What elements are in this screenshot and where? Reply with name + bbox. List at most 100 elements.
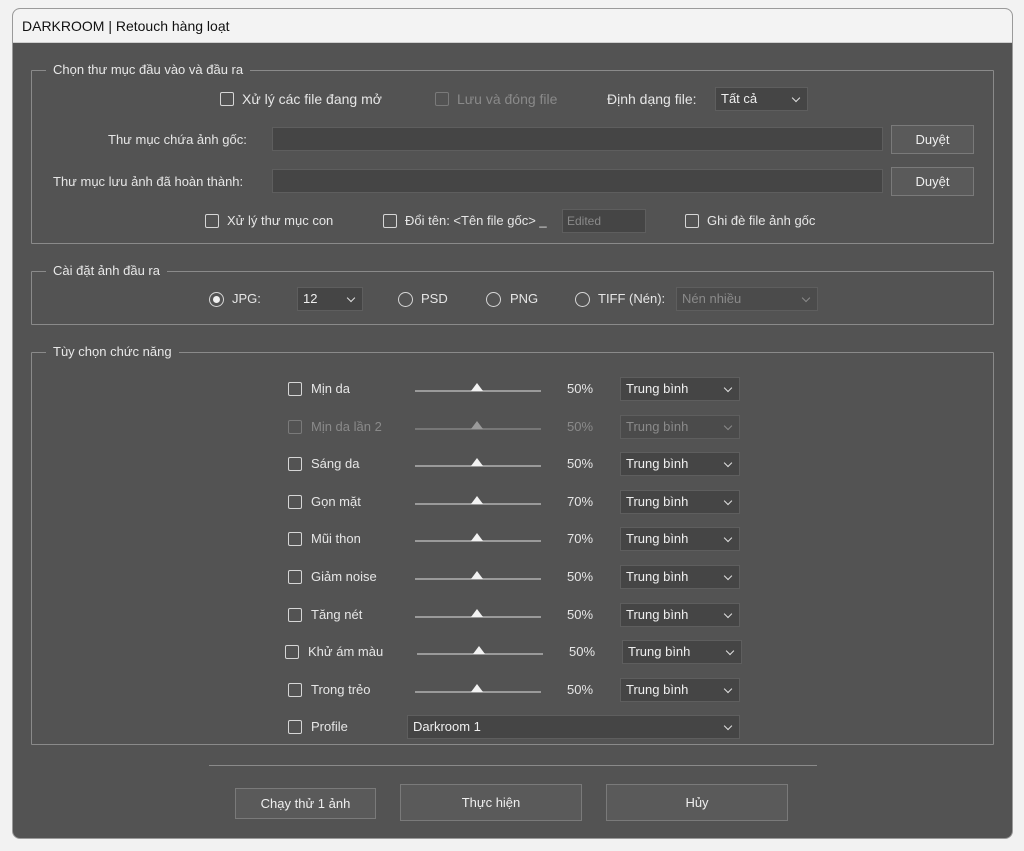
function-level-select[interactable]: Trung bình: [620, 490, 740, 514]
function-percent: 70%: [567, 531, 594, 546]
test-run-button[interactable]: Chạy thử 1 ảnh: [235, 788, 376, 819]
function-percent: 50%: [567, 607, 594, 622]
function-percent: 70%: [567, 494, 594, 509]
source-browse-button[interactable]: Duyệt: [891, 125, 974, 154]
functions-group: Tùy chọn chức năng Mịn da 50% Trung bình Mị…: [31, 344, 994, 745]
function-percent: 50%: [567, 456, 594, 471]
function-level-value: Trung bình: [626, 494, 689, 509]
slider-thumb-icon[interactable]: [471, 496, 483, 504]
function-level-select[interactable]: Trung bình: [620, 527, 740, 551]
function-level-value: Trung bình: [626, 682, 689, 697]
slider-thumb-icon[interactable]: [471, 684, 483, 692]
dest-browse-button[interactable]: Duyệt: [891, 167, 974, 196]
dest-folder-label: Thư mục lưu ảnh đã hoàn thành:: [53, 174, 244, 189]
profile-value: Darkroom 1: [413, 719, 481, 734]
chevron-down-icon: [723, 721, 733, 731]
rename-label: Đổi tên: <Tên file gốc> _: [405, 213, 547, 228]
chevron-down-icon: [723, 496, 733, 506]
function-level-select[interactable]: Trung bình: [620, 415, 740, 439]
chevron-down-icon: [725, 646, 735, 656]
functions-group-legend: Tùy chọn chức năng: [46, 344, 179, 360]
process-open-files-checkbox[interactable]: [220, 92, 234, 106]
io-group-legend: Chọn thư mục đầu vào và đầu ra: [46, 62, 251, 78]
chevron-down-icon: [346, 293, 356, 303]
function-level-select[interactable]: Trung bình: [620, 603, 740, 627]
run-label: Thực hiện: [461, 795, 521, 810]
profile-select[interactable]: Darkroom 1: [407, 715, 740, 739]
profile-checkbox[interactable]: [288, 720, 302, 734]
chevron-down-icon: [723, 383, 733, 393]
function-checkbox[interactable]: [288, 382, 302, 396]
function-level-value: Trung bình: [626, 607, 689, 622]
function-level-value: Trung bình: [626, 419, 689, 434]
function-percent: 50%: [569, 644, 596, 659]
function-percent: 50%: [567, 682, 594, 697]
function-level-value: Trung bình: [626, 569, 689, 584]
png-radio[interactable]: [486, 292, 501, 307]
chevron-down-icon: [801, 293, 811, 303]
file-format-select[interactable]: Tất cả: [715, 87, 808, 111]
retouch-dialog: DARKROOM | Retouch hàng loạt Chọn thư mụ…: [12, 8, 1013, 839]
rename-checkbox[interactable]: [383, 214, 397, 228]
jpg-quality-select[interactable]: 12: [297, 287, 363, 311]
jpg-radio[interactable]: [209, 292, 224, 307]
source-folder-label: Thư mục chứa ảnh gốc:: [108, 132, 247, 147]
source-browse-label: Duyệt: [915, 132, 950, 147]
function-checkbox[interactable]: [288, 457, 302, 471]
function-checkbox[interactable]: [285, 645, 299, 659]
slider-thumb-icon[interactable]: [471, 571, 483, 579]
slider-thumb-icon[interactable]: [471, 533, 483, 541]
function-label: Giảm noise: [311, 569, 377, 584]
function-level-select[interactable]: Trung bình: [620, 377, 740, 401]
function-checkbox[interactable]: [288, 608, 302, 622]
function-checkbox[interactable]: [288, 495, 302, 509]
io-group: Chọn thư mục đầu vào và đầu ra Xử lý các…: [31, 62, 994, 244]
function-level-value: Trung bình: [626, 381, 689, 396]
psd-radio[interactable]: [398, 292, 413, 307]
overwrite-label: Ghi đè file ảnh gốc: [707, 213, 816, 228]
slider-thumb-icon[interactable]: [471, 421, 483, 429]
process-open-files-label: Xử lý các file đang mở: [242, 91, 382, 107]
jpg-quality-value: 12: [303, 291, 318, 306]
source-folder-input[interactable]: [272, 127, 883, 151]
function-level-value: Trung bình: [626, 531, 689, 546]
function-level-select[interactable]: Trung bình: [620, 452, 740, 476]
slider-thumb-icon[interactable]: [471, 609, 483, 617]
function-level-value: Trung bình: [626, 456, 689, 471]
output-group-legend: Cài đặt ảnh đầu ra: [46, 263, 167, 279]
slider-thumb-icon[interactable]: [471, 458, 483, 466]
slider-thumb-icon[interactable]: [471, 383, 483, 391]
function-label: Gọn mặt: [311, 494, 361, 509]
file-format-label: Định dạng file:: [607, 91, 697, 107]
run-button[interactable]: Thực hiện: [400, 784, 582, 821]
function-label: Tăng nét: [311, 607, 363, 622]
save-close-checkbox[interactable]: [435, 92, 449, 106]
dest-browse-label: Duyệt: [915, 174, 950, 189]
function-percent: 50%: [567, 569, 594, 584]
subfolder-label: Xử lý thư mục con: [227, 213, 334, 228]
tiff-radio[interactable]: [575, 292, 590, 307]
rename-suffix-input[interactable]: Edited: [562, 209, 646, 233]
psd-label: PSD: [421, 291, 448, 306]
function-level-select[interactable]: Trung bình: [620, 678, 740, 702]
tiff-compression-select[interactable]: Nén nhiều: [676, 287, 818, 311]
cancel-button[interactable]: Hủy: [606, 784, 788, 821]
function-checkbox[interactable]: [288, 570, 302, 584]
subfolder-checkbox[interactable]: [205, 214, 219, 228]
tiff-label: TIFF (Nén):: [598, 291, 666, 306]
save-close-label: Lưu và đóng file: [457, 91, 558, 107]
overwrite-checkbox[interactable]: [685, 214, 699, 228]
function-label: Mịn da lần 2: [311, 419, 382, 434]
dest-folder-input[interactable]: [272, 169, 883, 193]
function-level-select[interactable]: Trung bình: [622, 640, 742, 664]
file-format-value: Tất cả: [721, 91, 758, 106]
chevron-down-icon: [723, 533, 733, 543]
function-checkbox[interactable]: [288, 420, 302, 434]
cancel-label: Hủy: [685, 795, 709, 810]
function-checkbox[interactable]: [288, 683, 302, 697]
slider-thumb-icon[interactable]: [473, 646, 485, 654]
function-level-select[interactable]: Trung bình: [620, 565, 740, 589]
jpg-label: JPG:: [232, 291, 261, 306]
function-checkbox[interactable]: [288, 532, 302, 546]
chevron-down-icon: [723, 609, 733, 619]
